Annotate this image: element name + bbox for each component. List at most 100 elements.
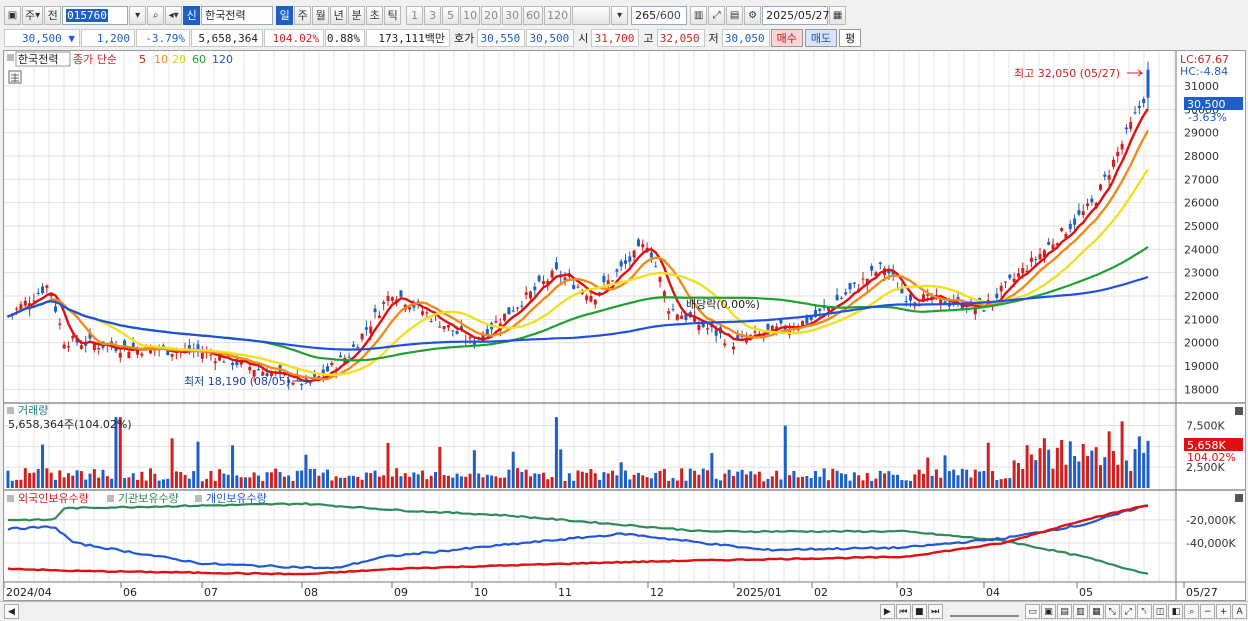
stock-name-field[interactable]: 한국전력 <box>201 5 274 25</box>
holdings-menu-icon-3[interactable] <box>195 495 202 502</box>
layout-a-icon[interactable]: ▭ <box>1025 604 1041 619</box>
period-tab-1[interactable]: 주 <box>294 5 312 25</box>
layout-f-icon[interactable]: ⤡ <box>1104 604 1120 619</box>
layout-i-icon[interactable]: ◫ <box>1152 604 1168 619</box>
period-tab-2[interactable]: 월 <box>312 5 330 25</box>
save-icon[interactable]: ▤ <box>726 5 744 25</box>
volume-bar <box>736 471 740 488</box>
interval-tab-6[interactable]: 60 <box>523 5 544 25</box>
layout-h-icon[interactable]: ⤣ <box>1136 604 1152 619</box>
volume-bar <box>218 469 222 488</box>
candle-body <box>671 308 675 310</box>
date-field[interactable]: 2025/05/27 <box>762 5 830 25</box>
gear-icon[interactable]: ⚙ <box>744 5 762 25</box>
interval-tab-2[interactable]: 5 <box>442 5 460 25</box>
ma20-label: 20 <box>172 53 186 66</box>
individual-holdings-label: 개인보유수량 <box>206 492 267 505</box>
layout-e-icon[interactable]: ▦ <box>1088 604 1104 619</box>
scroll-left-icon[interactable]: ◀ <box>4 604 19 619</box>
low-price: 30,050 <box>721 29 770 47</box>
scroll-right-icon[interactable]: ▶ <box>879 604 895 619</box>
volume-bar <box>494 476 498 488</box>
layout-icon[interactable]: ▣ <box>4 5 21 25</box>
holdings-close-icon[interactable] <box>1235 494 1243 502</box>
period-tab-5[interactable]: 초 <box>366 5 384 25</box>
interval-tab-7[interactable]: 120 <box>544 5 572 25</box>
period-tab-4[interactable]: 분 <box>348 5 366 25</box>
candle-body <box>200 352 204 359</box>
candle-body <box>300 384 304 386</box>
font-size-icon[interactable]: A <box>1232 604 1248 619</box>
volume-bar <box>386 442 390 488</box>
zoom-in-icon[interactable]: + <box>1216 604 1232 619</box>
interval-tab-3[interactable]: 10 <box>460 5 481 25</box>
period-type-dropdown[interactable]: 주 ▾ <box>22 5 44 25</box>
holdings-menu-icon-2[interactable] <box>107 495 114 502</box>
volume-bar <box>278 472 282 488</box>
period-tab-0[interactable]: 일 <box>276 5 294 25</box>
volume-bar <box>1146 440 1150 488</box>
volume-close-icon[interactable] <box>1235 407 1243 415</box>
period-tab-6[interactable]: 틱 <box>384 5 402 25</box>
volume-bar <box>900 480 904 488</box>
candle-type-icon[interactable]: ▥ <box>690 5 708 25</box>
candle-body <box>1099 184 1102 190</box>
candle-body <box>554 262 558 270</box>
speaker-icon[interactable]: ◂▾ <box>165 5 183 25</box>
candle-body <box>636 239 640 247</box>
volume-pane-menu-icon[interactable] <box>7 407 14 414</box>
candle-body <box>654 266 658 268</box>
interval-tab-1[interactable]: 3 <box>424 5 442 25</box>
volume-bar <box>559 449 563 488</box>
interval-dropdown-icon[interactable]: ▾ <box>611 5 629 25</box>
x-axis-label: 09 <box>394 586 408 599</box>
first-icon[interactable]: ⏮ <box>895 604 911 619</box>
high-price: 32,050 <box>656 29 705 47</box>
layout-d-icon[interactable]: ▥ <box>1072 604 1088 619</box>
candle-body <box>468 337 472 339</box>
last-icon[interactable]: ⏭ <box>927 604 943 619</box>
layout-j-icon[interactable]: ◧ <box>1168 604 1184 619</box>
draw-tool-icon[interactable]: ⤢ <box>708 5 726 25</box>
volume-bar <box>123 478 127 488</box>
sell-button[interactable]: 매도 <box>804 29 838 47</box>
zoom-out-icon[interactable]: − <box>1200 604 1216 619</box>
volume-bar <box>839 473 843 488</box>
pane-menu-icon[interactable] <box>7 54 14 61</box>
volume-bar <box>909 480 912 488</box>
volume-bar <box>265 472 269 488</box>
candle-body <box>79 345 83 349</box>
count-field[interactable]: 265/600 <box>631 5 688 25</box>
code-dropdown-icon[interactable]: ▾ <box>129 5 147 25</box>
volume-bar <box>174 471 178 488</box>
chart-area[interactable]: 18000 19000 20000 21000 22000 23000 24000 25000… <box>3 50 1246 601</box>
candle-body <box>1077 210 1081 215</box>
holdings-menu-icon-1[interactable] <box>7 495 14 502</box>
interval-tab-0[interactable]: 1 <box>406 5 424 25</box>
layout-c-icon[interactable]: ▤ <box>1057 604 1072 619</box>
calendar-icon[interactable]: ▦ <box>829 5 847 25</box>
candle-body <box>904 301 908 303</box>
zoom-slider[interactable] <box>949 607 1020 617</box>
layout-b-icon[interactable]: ▣ <box>1041 604 1057 619</box>
eval-button[interactable]: 평 <box>839 29 862 47</box>
chart-svg[interactable]: 18000 19000 20000 21000 22000 23000 24000 25000… <box>3 51 1245 600</box>
layout-g-icon[interactable]: ⤢ <box>1120 604 1136 619</box>
buy-button[interactable]: 매수 <box>770 29 803 47</box>
price-tick-label: 28000 <box>1184 150 1219 163</box>
horizontal-scrollbar[interactable] <box>20 606 880 618</box>
stop-icon[interactable]: ■ <box>911 604 927 619</box>
prev-button[interactable]: 전 <box>44 5 62 25</box>
volume-bar <box>1099 465 1102 488</box>
grid-lines <box>3 51 1176 582</box>
period-tab-3[interactable]: 년 <box>330 5 348 25</box>
volume-bar <box>619 462 623 488</box>
search-icon[interactable]: ⌕ <box>147 5 165 25</box>
interval-input[interactable] <box>572 5 611 25</box>
interval-tab-5[interactable]: 30 <box>502 5 523 25</box>
zoom-icon[interactable]: ⌕ <box>1184 604 1200 619</box>
count-max: /600 <box>656 8 681 22</box>
volume-bar <box>131 473 135 488</box>
interval-tab-4[interactable]: 20 <box>481 5 502 25</box>
stock-code-input[interactable]: 015760 <box>62 5 129 25</box>
